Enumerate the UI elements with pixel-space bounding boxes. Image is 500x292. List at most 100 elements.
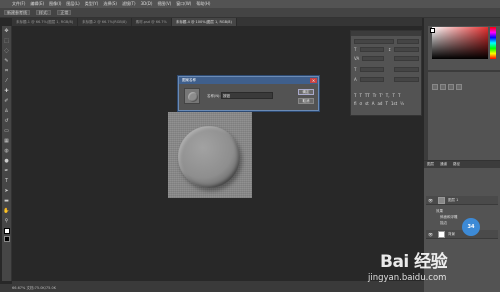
menu-3d[interactable]: 3D(D) [141, 0, 153, 8]
layer-name: 背景 [448, 232, 455, 236]
layer-row-background[interactable]: 👁 背景 [426, 230, 498, 239]
opentype-btn-5[interactable]: ad [377, 101, 382, 106]
baseline-shift-icon: A [354, 77, 357, 82]
eye-icon[interactable]: 👁 [428, 196, 433, 205]
menu-layer[interactable]: 图层(L) [66, 0, 79, 8]
tab-paths[interactable]: 路径 [453, 161, 460, 168]
lasso-tool-icon[interactable]: ◌ [3, 48, 10, 55]
menu-window[interactable]: 窗口(W) [176, 0, 191, 8]
menu-edit[interactable]: 编辑(E) [30, 0, 44, 8]
opentype-btn-6[interactable]: T [385, 101, 387, 106]
tab-doc-3[interactable]: 素材.psd @ 66.7% [132, 18, 172, 26]
crop-tool-icon[interactable]: ⌗ [3, 68, 10, 75]
brush-tool-icon[interactable]: ✐ [3, 98, 10, 105]
document-canvas[interactable] [168, 112, 252, 198]
menu-image[interactable]: 图像(I) [49, 0, 61, 8]
color-picker-field[interactable] [432, 27, 488, 59]
options-bar: 新建参考线 样式: 正常 [0, 8, 500, 18]
eyedropper-tool-icon[interactable]: ⁄ [3, 78, 10, 85]
layers-panel-tabs: 图层 通道 路径 [424, 161, 500, 168]
blur-tool-icon[interactable]: ◍ [3, 148, 10, 155]
adjustment-btn-2[interactable] [440, 84, 446, 90]
font-family-field[interactable] [354, 39, 394, 44]
type-tool-icon[interactable]: T [3, 178, 10, 185]
option-chip-2[interactable]: 样式: [36, 10, 52, 15]
layer-row[interactable]: 👁 图层 1 [426, 196, 498, 205]
tab-channels[interactable]: 通道 [440, 161, 447, 168]
tools-panel: ✥ ⬚ ◌ ✎ ⌗ ⁄ ✚ ✐ ♙ ↺ ▭ ▦ ◍ ● ✒ T ➤ ▬ ✋ ⚲ [2, 26, 12, 281]
gradient-tool-icon[interactable]: ▦ [3, 138, 10, 145]
leading-field[interactable] [394, 47, 419, 52]
baidu-jingyan-logo: Bai 经验 [380, 252, 448, 272]
font-size-field[interactable] [360, 47, 384, 52]
close-icon[interactable]: × [310, 78, 317, 83]
tab-doc-2[interactable]: 未标题-2 @ 66.7%(RGB/8) [78, 18, 132, 26]
menu-file[interactable]: 文件(F) [12, 0, 25, 8]
menu-view[interactable]: 视图(V) [157, 0, 171, 8]
adjustment-btn-4[interactable] [456, 84, 462, 90]
kerning-field[interactable] [362, 56, 384, 61]
healing-tool-icon[interactable]: ✚ [3, 88, 10, 95]
effects-label[interactable]: 效果 [436, 209, 443, 214]
opentype-btn-1[interactable]: fi [354, 101, 357, 106]
character-panel: T ↕ VA T A T T TT Tr T' T, T T fi σ st A… [350, 30, 422, 116]
style-btn-8[interactable]: T [398, 93, 400, 98]
style-btn-2[interactable]: T [359, 93, 361, 98]
option-chip-3[interactable]: 正常 [57, 10, 72, 15]
opentype-btn-7[interactable]: 1st [391, 101, 397, 106]
text-style-buttons: T T TT Tr T' T, T T [354, 93, 400, 98]
move-tool-icon[interactable]: ✥ [3, 28, 10, 35]
text-color-field[interactable] [394, 77, 419, 82]
opentype-btn-2[interactable]: σ [360, 101, 363, 106]
bevel-emboss-label[interactable]: 斜面和浮雕 [440, 215, 458, 220]
shape-tool-icon[interactable]: ▬ [3, 198, 10, 205]
font-style-field[interactable] [397, 39, 419, 44]
style-btn-7[interactable]: T [393, 93, 395, 98]
foreground-color-swatch[interactable] [4, 228, 10, 234]
tab-doc-1[interactable]: 未标题-1 @ 66.7%(图层 1, RGB/8) [12, 18, 79, 26]
path-select-icon[interactable]: ➤ [3, 188, 10, 195]
adjustment-btn-1[interactable] [432, 84, 438, 90]
opentype-btn-8[interactable]: ½ [400, 101, 404, 106]
style-btn-3[interactable]: TT [365, 93, 370, 98]
menu-help[interactable]: 帮助(H) [196, 0, 210, 8]
vertical-scale-field[interactable] [360, 67, 384, 72]
tab-layers[interactable]: 图层 [427, 161, 434, 168]
stroke-label[interactable]: 描边 [440, 221, 447, 226]
baseline-shift-field[interactable] [360, 77, 384, 82]
horizontal-scale-field[interactable] [394, 67, 419, 72]
style-btn-5[interactable]: T' [379, 93, 383, 98]
status-bar: 66.67% 文档:75.0K/75.0K [0, 284, 424, 292]
layer-name: 图层 1 [448, 198, 459, 202]
option-chip-1[interactable]: 新建参考线 [4, 10, 30, 15]
ok-button[interactable]: 确定 [298, 89, 314, 95]
eye-icon[interactable]: 👁 [428, 230, 433, 239]
quick-select-tool-icon[interactable]: ✎ [3, 58, 10, 65]
style-btn-6[interactable]: T, [386, 93, 390, 98]
history-brush-icon[interactable]: ↺ [3, 118, 10, 125]
menu-type[interactable]: 类型(Y) [85, 0, 99, 8]
marquee-tool-icon[interactable]: ⬚ [3, 38, 10, 45]
leading-icon: ↕ [388, 47, 392, 52]
style-btn-4[interactable]: Tr [373, 93, 377, 98]
menu-filter[interactable]: 滤镜(T) [122, 0, 136, 8]
opentype-buttons: fi σ st A ad T 1st ½ [354, 101, 404, 106]
adjustment-btn-3[interactable] [448, 84, 454, 90]
hue-slider[interactable] [490, 27, 496, 59]
style-btn-1[interactable]: T [354, 93, 356, 98]
color-panel-swatch[interactable] [430, 28, 435, 33]
opentype-btn-3[interactable]: st [365, 101, 369, 106]
tracking-field[interactable] [394, 56, 419, 61]
pen-tool-icon[interactable]: ✒ [3, 168, 10, 175]
cancel-button[interactable]: 取消 [298, 98, 314, 104]
dodge-tool-icon[interactable]: ● [3, 158, 10, 165]
background-color-swatch[interactable] [4, 236, 10, 242]
hand-tool-icon[interactable]: ✋ [3, 208, 10, 215]
opentype-btn-4[interactable]: A [372, 101, 375, 106]
stamp-tool-icon[interactable]: ♙ [3, 108, 10, 115]
zoom-tool-icon[interactable]: ⚲ [3, 218, 10, 225]
pattern-name-input[interactable]: 按钮 [221, 92, 273, 99]
eraser-tool-icon[interactable]: ▭ [3, 128, 10, 135]
tab-doc-4-active[interactable]: 未标题-4 @ 100%(图层 1, RGB/8) [171, 18, 237, 26]
menu-select[interactable]: 选择(S) [103, 0, 117, 8]
